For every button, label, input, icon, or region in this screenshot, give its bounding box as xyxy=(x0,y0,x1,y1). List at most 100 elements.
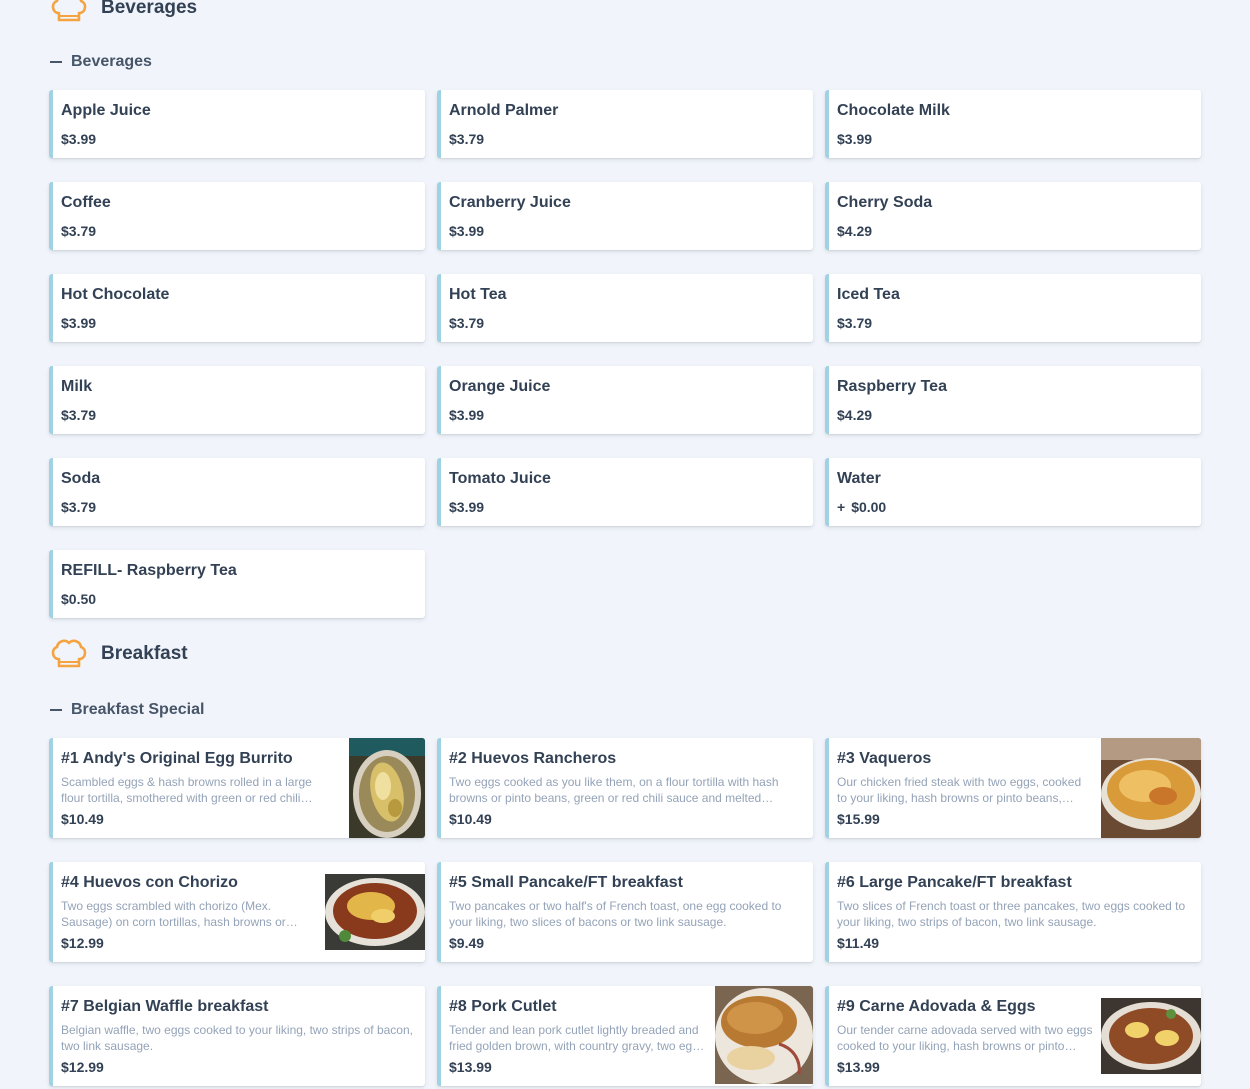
item-price: $3.79 xyxy=(449,131,485,147)
item-price: $3.99 xyxy=(449,499,485,515)
item-name: #5 Small Pancake/FT breakfast xyxy=(449,874,683,891)
item-name: Tomato Juice xyxy=(449,470,551,487)
menu-item-card[interactable]: #5 Small Pancake/FT breakfast Two pancak… xyxy=(437,862,813,962)
subcategory-title: Beverages xyxy=(71,53,152,70)
item-name: Cherry Soda xyxy=(837,194,933,211)
item-price: $4.29 xyxy=(837,223,873,239)
menu-item-card[interactable]: #4 Huevos con Chorizo Two eggs scrambled… xyxy=(49,862,425,962)
item-description: Belgian waffle, two eggs cooked to your … xyxy=(61,1023,413,1053)
collapse-dash-icon xyxy=(50,709,62,711)
item-description: Two slices of French toast or three panc… xyxy=(837,899,1186,929)
item-price: $4.29 xyxy=(837,407,873,423)
item-name: Arnold Palmer xyxy=(449,102,559,119)
item-price: $3.99 xyxy=(61,315,97,331)
collapse-dash-icon xyxy=(50,61,62,63)
item-description: Two eggs scrambled with chorizo (Mex. Sa… xyxy=(61,899,286,929)
egg-burrito-photo xyxy=(349,738,425,838)
item-name: Orange Juice xyxy=(449,378,551,395)
item-name: Soda xyxy=(61,470,101,487)
price-value: $0.00 xyxy=(851,499,887,515)
section-title: Breakfast xyxy=(101,643,188,664)
subcategory-toggle-breakfast-special[interactable]: Breakfast Special xyxy=(50,699,204,721)
item-price: + $0.00 xyxy=(837,499,886,515)
item-price: $15.99 xyxy=(837,811,880,827)
menu-item-card[interactable]: Soda $3.79 xyxy=(49,458,425,526)
subcategory-title: Breakfast Special xyxy=(71,701,205,718)
item-description: Our tender carne adovada served with two… xyxy=(837,1023,1093,1053)
item-price: $13.99 xyxy=(449,1059,492,1075)
chorizo-photo xyxy=(325,874,425,950)
menu-item-card[interactable]: #6 Large Pancake/FT breakfast Two slices… xyxy=(825,862,1201,962)
item-description: Scambled eggs & hash browns rolled in a … xyxy=(61,775,312,805)
menu-item-card[interactable]: Arnold Palmer $3.79 xyxy=(437,90,813,158)
menu-item-card[interactable]: Iced Tea $3.79 xyxy=(825,274,1201,342)
item-price: $3.79 xyxy=(61,407,97,423)
item-name: Water xyxy=(837,470,881,487)
item-name: Raspberry Tea xyxy=(837,378,947,395)
menu-item-card[interactable]: Cranberry Juice $3.99 xyxy=(437,182,813,250)
item-price: $13.99 xyxy=(837,1059,880,1075)
item-name: Coffee xyxy=(61,194,111,211)
menu-item-card[interactable]: #8 Pork Cutlet Tender and lean pork cutl… xyxy=(437,986,813,1086)
item-name: #7 Belgian Waffle breakfast xyxy=(61,998,269,1015)
item-price: $10.49 xyxy=(449,811,492,827)
menu-item-card[interactable]: Raspberry Tea $4.29 xyxy=(825,366,1201,434)
menu-item-card[interactable]: #7 Belgian Waffle breakfast Belgian waff… xyxy=(49,986,425,1086)
menu-item-card[interactable]: Apple Juice $3.99 xyxy=(49,90,425,158)
item-price: $0.50 xyxy=(61,591,97,607)
pork-cutlet-photo xyxy=(715,986,813,1084)
menu-item-card[interactable]: Milk $3.79 xyxy=(49,366,425,434)
chef-hat-icon xyxy=(51,639,87,668)
menu-item-card[interactable]: #9 Carne Adovada & Eggs Our tender carne… xyxy=(825,986,1201,1086)
menu-item-card[interactable]: REFILL- Raspberry Tea $0.50 xyxy=(49,550,425,618)
section-header-breakfast: Breakfast xyxy=(50,634,188,674)
menu-item-card[interactable]: Water + $0.00 xyxy=(825,458,1201,526)
item-name: #3 Vaqueros xyxy=(837,750,932,767)
menu-item-card[interactable]: #1 Andy's Original Egg Burrito Scambled … xyxy=(49,738,425,838)
item-name: #2 Huevos Rancheros xyxy=(449,750,617,767)
section-title: Beverages xyxy=(101,0,198,18)
menu-item-card[interactable]: Tomato Juice $3.99 xyxy=(437,458,813,526)
chef-hat-icon xyxy=(51,0,87,22)
item-name: Hot Chocolate xyxy=(61,286,170,303)
item-price: $12.99 xyxy=(61,935,104,951)
menu-item-card[interactable]: Orange Juice $3.99 xyxy=(437,366,813,434)
carne-adovada-photo xyxy=(1101,998,1201,1074)
menu-item-card[interactable]: Hot Chocolate $3.99 xyxy=(49,274,425,342)
menu-item-card[interactable]: Chocolate Milk $3.99 xyxy=(825,90,1201,158)
vaqueros-photo xyxy=(1101,738,1201,838)
menu-item-card[interactable]: #2 Huevos Rancheros Two eggs cooked as y… xyxy=(437,738,813,838)
item-name: Hot Tea xyxy=(449,286,507,303)
item-price: $10.49 xyxy=(61,811,104,827)
item-name: REFILL- Raspberry Tea xyxy=(61,562,237,579)
item-name: #1 Andy's Original Egg Burrito xyxy=(61,750,293,767)
item-price: $3.99 xyxy=(449,407,485,423)
item-name: Apple Juice xyxy=(61,102,151,119)
item-name: Cranberry Juice xyxy=(449,194,571,211)
item-name: Iced Tea xyxy=(837,286,900,303)
menu-item-card[interactable]: #3 Vaqueros Our chicken fried steak with… xyxy=(825,738,1201,838)
item-name: #4 Huevos con Chorizo xyxy=(61,874,238,891)
menu-item-card[interactable]: Hot Tea $3.79 xyxy=(437,274,813,342)
subcategory-toggle-beverages[interactable]: Beverages xyxy=(50,51,152,73)
item-name: #6 Large Pancake/FT breakfast xyxy=(837,874,1072,891)
item-price: $3.99 xyxy=(837,131,873,147)
item-price: $9.49 xyxy=(449,935,485,951)
item-description: Our chicken fried steak with two eggs, c… xyxy=(837,775,1082,805)
item-name: #8 Pork Cutlet xyxy=(449,998,557,1015)
menu-item-card[interactable]: Cherry Soda $4.29 xyxy=(825,182,1201,250)
item-price: $3.79 xyxy=(837,315,873,331)
item-price: $3.99 xyxy=(61,131,97,147)
item-price: $12.99 xyxy=(61,1059,104,1075)
item-price: $3.99 xyxy=(449,223,485,239)
item-description: Tender and lean pork cutlet lightly brea… xyxy=(449,1023,705,1053)
item-name: Chocolate Milk xyxy=(837,102,950,119)
item-price: $3.79 xyxy=(61,499,97,515)
price-prefix: + xyxy=(837,499,846,515)
menu-item-card[interactable]: Coffee $3.79 xyxy=(49,182,425,250)
section-header-beverages: Beverages xyxy=(50,0,197,28)
item-price: $3.79 xyxy=(449,315,485,331)
item-price: $3.79 xyxy=(61,223,97,239)
item-name: Milk xyxy=(61,378,93,395)
item-price: $11.49 xyxy=(837,935,880,951)
